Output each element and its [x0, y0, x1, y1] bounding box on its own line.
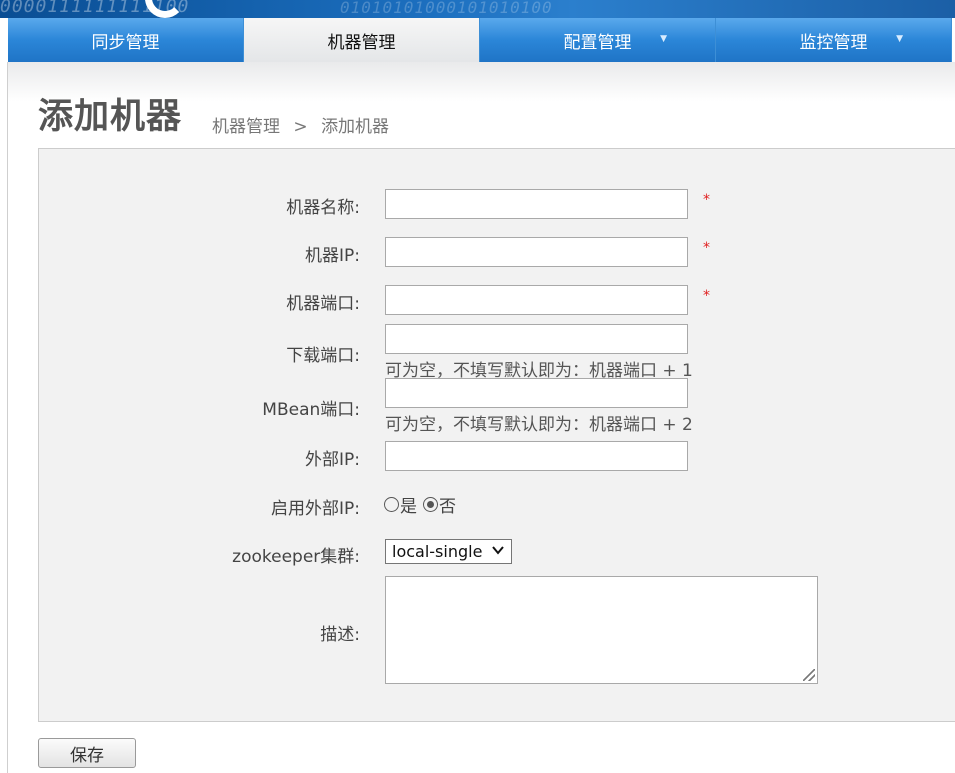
breadcrumb: 机器管理 > 添加机器 — [212, 112, 397, 137]
zookeeper-cluster-label: zookeeper集群: — [232, 547, 360, 567]
header-banner: 0000111111111100 01010101000101010100 — [0, 0, 955, 18]
resize-grip-icon[interactable] — [803, 669, 815, 681]
tab-label: 机器管理 — [327, 32, 396, 53]
breadcrumb-separator: > — [293, 117, 308, 137]
download-port-input[interactable] — [385, 324, 688, 354]
enable-external-ip-radio-group: 是 否 — [384, 492, 456, 517]
tab-label: 监控管理 — [799, 32, 868, 53]
main-nav: 同步管理 机器管理 配置管理 ▼ 监控管理 ▼ — [8, 18, 955, 62]
machine-port-label: 机器端口: — [286, 294, 360, 314]
radio-yes-label: 是 — [400, 497, 417, 517]
tab-monitor-management[interactable]: 监控管理 ▼ — [716, 18, 952, 62]
chevron-down-icon — [491, 543, 505, 561]
select-value: local-single — [392, 542, 483, 561]
tab-sync-management[interactable]: 同步管理 — [8, 18, 244, 62]
required-mark: * — [703, 288, 710, 304]
page-title: 添加机器 — [38, 97, 183, 137]
radio-yes[interactable] — [384, 497, 399, 512]
radio-no[interactable] — [423, 497, 438, 512]
banner-digits-right: 01010101000101010100 — [340, 0, 553, 17]
required-mark: * — [703, 240, 710, 256]
mbean-port-hint: 可为空，不填写默认即为：机器端口 + 2 — [385, 415, 693, 435]
tab-config-management[interactable]: 配置管理 ▼ — [480, 18, 716, 62]
tab-machine-management[interactable]: 机器管理 — [244, 18, 480, 62]
download-port-label: 下载端口: — [286, 346, 360, 366]
external-ip-label: 外部IP: — [305, 450, 360, 470]
tab-label: 同步管理 — [91, 32, 160, 53]
radio-no-label: 否 — [439, 497, 456, 517]
description-textarea[interactable] — [385, 576, 818, 684]
mbean-port-input[interactable] — [385, 378, 688, 408]
caret-down-icon: ▼ — [896, 34, 903, 44]
external-ip-input[interactable] — [385, 441, 688, 471]
mbean-port-label: MBean端口: — [262, 400, 360, 420]
tab-label: 配置管理 — [563, 32, 632, 53]
machine-name-label: 机器名称: — [286, 198, 360, 218]
machine-port-input[interactable] — [385, 285, 688, 315]
required-mark: * — [703, 192, 710, 208]
breadcrumb-parent-link[interactable]: 机器管理 — [212, 117, 280, 137]
machine-name-input[interactable] — [385, 189, 688, 219]
enable-external-ip-label: 启用外部IP: — [271, 499, 360, 519]
machine-ip-input[interactable] — [385, 237, 688, 267]
description-label: 描述: — [320, 625, 360, 645]
content-left-border — [7, 62, 8, 773]
zookeeper-cluster-select[interactable]: local-single — [385, 539, 512, 564]
save-button[interactable]: 保存 — [38, 738, 136, 768]
machine-ip-label: 机器IP: — [305, 246, 360, 266]
caret-down-icon: ▼ — [660, 34, 667, 44]
breadcrumb-current: 添加机器 — [321, 117, 390, 137]
